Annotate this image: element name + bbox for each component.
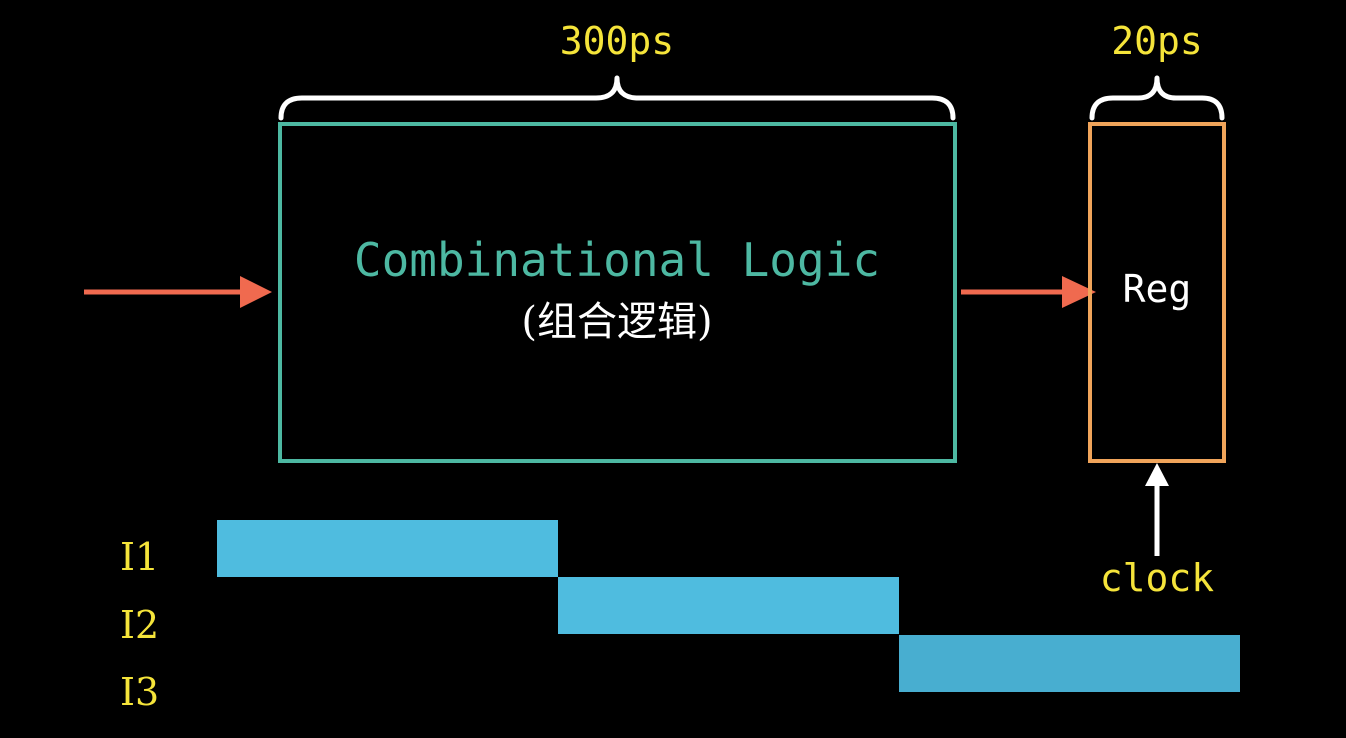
timeline-bar-i2 <box>558 577 899 634</box>
clock-arrow <box>1145 463 1169 556</box>
instruction-label-i3: I3 <box>120 670 159 714</box>
clock-label: clock <box>1100 556 1215 600</box>
reg-delay-brace <box>1089 75 1225 121</box>
logic-title: Combinational Logic <box>354 233 880 287</box>
logic-delay-label: 300ps <box>560 19 674 63</box>
combinational-logic-block <box>278 122 957 463</box>
register-label: Reg <box>1123 267 1192 311</box>
input-arrow <box>84 276 272 308</box>
reg-delay-label: 20ps <box>1111 19 1203 63</box>
logic-subtitle: (组合逻辑) <box>521 299 712 345</box>
pipeline-diagram: 300ps 20ps Combinational Logic (组合逻辑) Re… <box>84 19 1240 714</box>
timeline-bar-i3 <box>899 635 1240 692</box>
logic-delay-brace <box>278 75 956 121</box>
instruction-label-i2: I2 <box>120 603 159 647</box>
logic-to-reg-arrow <box>961 276 1096 308</box>
timeline-bar-i1 <box>217 520 558 577</box>
instruction-label-i1: I1 <box>120 535 159 579</box>
